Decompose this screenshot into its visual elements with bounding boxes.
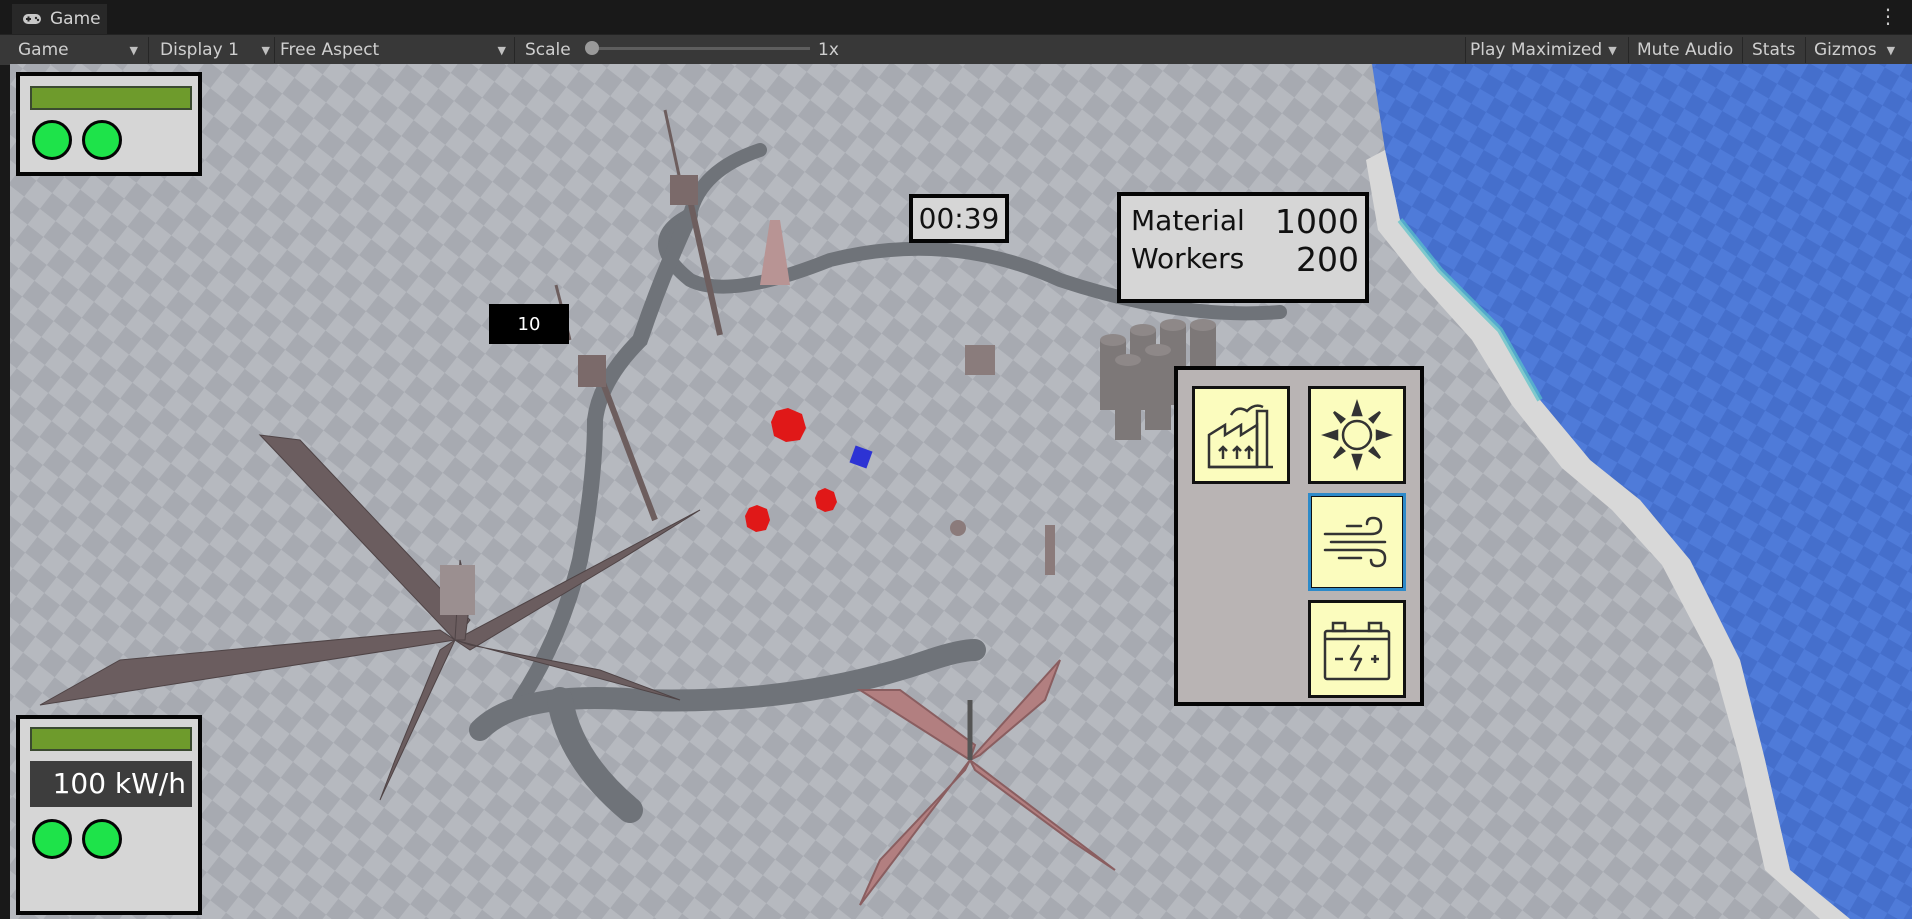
toolbar-divider [274, 37, 275, 63]
build-factory-button[interactable] [1192, 386, 1290, 484]
factory-icon [1207, 404, 1273, 469]
game-tab-label: Game [50, 9, 101, 29]
toolbar-divider [1805, 37, 1806, 63]
chevron-down-icon: ▼ [261, 43, 270, 57]
scale-value: 1x [818, 40, 839, 60]
game-view-toolbar: Game ▼ Display 1 ▼ Free Aspect ▼ Scale 1… [0, 34, 1912, 65]
chevron-down-icon: ▼ [1608, 43, 1617, 57]
scale-slider-handle[interactable] [585, 41, 599, 55]
play-mode-dropdown[interactable]: Play Maximized ▼ [1470, 35, 1620, 65]
toolbar-divider [148, 37, 149, 63]
workers-value: 200 [1296, 240, 1359, 279]
power-panel: 100 kW/h [16, 715, 202, 915]
chevron-down-icon: ▼ [497, 43, 506, 57]
build-battery-button[interactable] [1308, 600, 1406, 698]
aspect-dropdown[interactable]: Free Aspect ▼ [280, 35, 510, 65]
toolbar-divider [1742, 37, 1743, 63]
workers-label: Workers [1131, 242, 1245, 275]
stats-toggle[interactable]: Stats [1752, 35, 1795, 65]
view-mode-dropdown[interactable]: Game ▼ [18, 35, 142, 65]
view-mode-label: Game [18, 40, 69, 60]
aspect-label: Free Aspect [280, 40, 380, 60]
game-timer: 00:39 [909, 194, 1009, 243]
build-solar-button[interactable] [1308, 386, 1406, 484]
power-output-value: 100 kW/h [30, 761, 192, 807]
game-tab[interactable]: Game [12, 4, 107, 34]
gizmos-label: Gizmos [1814, 40, 1877, 60]
scale-label: Scale [525, 40, 571, 60]
display-dropdown[interactable]: Display 1 ▼ [160, 35, 272, 65]
status-indicator-2 [82, 120, 122, 160]
health-bar [30, 86, 192, 110]
sun-icon [1321, 399, 1393, 471]
gizmos-dropdown[interactable]: Gizmos ▼ [1814, 35, 1906, 65]
toolbar-divider [514, 37, 515, 63]
status-indicator-1 [32, 120, 72, 160]
kebab-menu-icon[interactable]: ⋮ [1878, 4, 1898, 28]
build-menu [1174, 366, 1424, 706]
material-value: 1000 [1275, 202, 1359, 241]
game-scene [10, 64, 1912, 919]
build-wind-button[interactable] [1308, 493, 1406, 591]
chevron-down-icon: ▼ [1886, 43, 1896, 57]
play-mode-label: Play Maximized [1470, 40, 1603, 60]
wind-icon [1323, 516, 1387, 568]
mute-audio-toggle[interactable]: Mute Audio [1637, 35, 1733, 65]
power-indicator-2 [82, 819, 122, 859]
power-bar [30, 727, 192, 751]
resources-panel: Material 1000 Workers 200 [1117, 192, 1369, 303]
editor-tab-bar: Game ⋮ [0, 0, 1912, 34]
chevron-down-icon: ▼ [129, 43, 138, 57]
unit-count-tag: 10 [489, 304, 569, 344]
status-panel-top [16, 72, 202, 176]
display-label: Display 1 [160, 40, 239, 60]
material-label: Material [1131, 204, 1245, 237]
battery-icon [1323, 621, 1391, 681]
toolbar-divider [1628, 37, 1629, 63]
scale-slider-track[interactable] [594, 47, 810, 50]
power-indicator-1 [32, 819, 72, 859]
gamepad-icon [23, 14, 41, 24]
toolbar-divider [1465, 37, 1466, 63]
game-viewport[interactable]: 100 kW/h 10 00:39 Material 1000 Workers … [10, 64, 1912, 919]
